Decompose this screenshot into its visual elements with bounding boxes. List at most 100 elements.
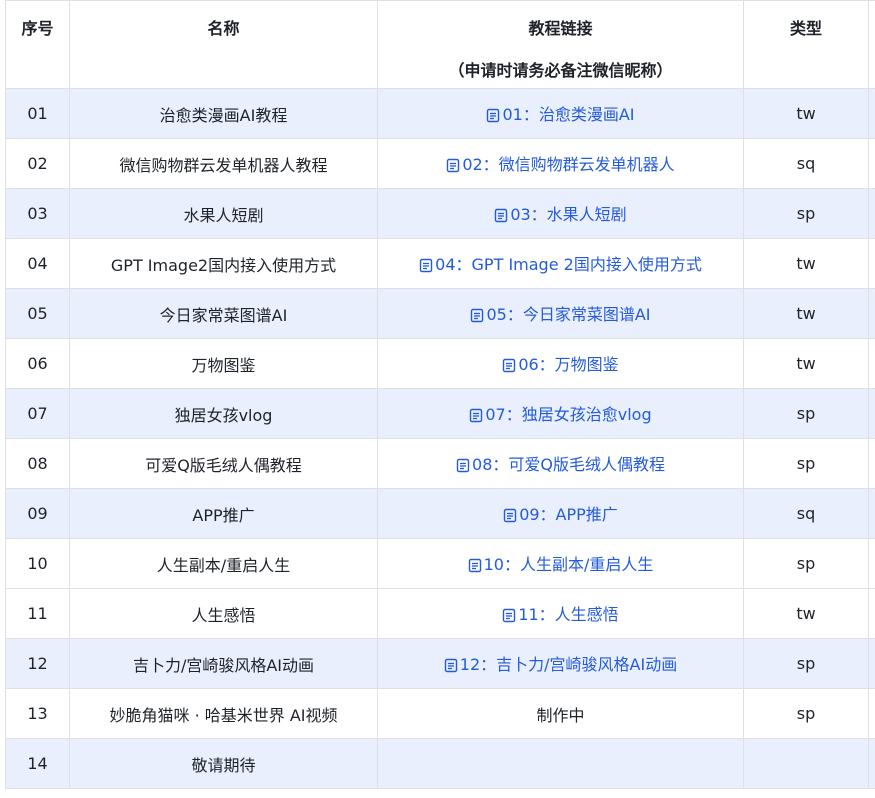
row-link-cell: 09：APP推广 — [377, 488, 744, 539]
table-row: 06 万物图鉴 06：万物图鉴 tw — [5, 338, 875, 389]
row-type: sp — [743, 638, 869, 689]
row-extra — [868, 538, 875, 589]
doc-icon — [419, 258, 433, 277]
row-link-cell: 07：独居女孩治愈vlog — [377, 388, 744, 439]
tutorial-link[interactable]: 04：GPT Image 2国内接入使用方式 — [419, 255, 702, 274]
table-row: 14 敬请期待 — [5, 738, 875, 789]
table-row: 05 今日家常菜图谱AI 05：今日家常菜图谱AI tw — [5, 288, 875, 339]
row-extra — [868, 288, 875, 339]
tutorial-link[interactable]: 09：APP推广 — [503, 505, 618, 524]
row-type: tw — [743, 238, 869, 289]
row-type: tw — [743, 338, 869, 389]
row-name: 吉卜力/宫崎骏风格AI动画 — [69, 638, 378, 689]
row-name: 独居女孩vlog — [69, 388, 378, 439]
row-type: sp — [743, 688, 869, 739]
table-row: 08 可爱Q版毛绒人偶教程 08：可爱Q版毛绒人偶教程 sp — [5, 438, 875, 489]
row-type: sp — [743, 538, 869, 589]
row-link-cell: 10：人生副本/重启人生 — [377, 538, 744, 589]
row-link-cell: 12：吉卜力/宫崎骏风格AI动画 — [377, 638, 744, 689]
table-row: 04 GPT Image2国内接入使用方式 04：GPT Image 2国内接入使用… — [5, 238, 875, 289]
doc-icon — [468, 558, 482, 577]
table-row: 07 独居女孩vlog 07：独居女孩治愈vlog sp — [5, 388, 875, 439]
row-link-cell: 11：人生感悟 — [377, 588, 744, 639]
table-row: 11 人生感悟 11：人生感悟 tw — [5, 588, 875, 639]
row-extra — [868, 138, 875, 189]
row-link-cell: 02：微信购物群云发单机器人 — [377, 138, 744, 189]
row-name: 万物图鉴 — [69, 338, 378, 389]
row-index: 09 — [5, 488, 70, 539]
row-extra — [868, 88, 875, 139]
doc-icon — [469, 408, 483, 427]
row-name: APP推广 — [69, 488, 378, 539]
row-index: 05 — [5, 288, 70, 339]
doc-icon — [470, 308, 484, 327]
row-index: 03 — [5, 188, 70, 239]
row-extra — [868, 388, 875, 439]
row-index: 02 — [5, 138, 70, 189]
doc-icon — [502, 358, 516, 377]
doc-icon — [503, 508, 517, 527]
tutorial-link[interactable]: 07：独居女孩治愈vlog — [469, 405, 652, 427]
row-type: sp — [743, 388, 869, 439]
row-index: 11 — [5, 588, 70, 639]
tutorial-link[interactable]: 12：吉卜力/宫崎骏风格AI动画 — [444, 655, 677, 674]
row-index: 14 — [5, 738, 70, 789]
row-name: 今日家常菜图谱AI — [69, 288, 378, 339]
tutorial-link-text: 06：万物图鉴 — [518, 354, 619, 374]
header-extra — [868, 0, 875, 89]
tutorial-link[interactable]: 11：人生感悟 — [502, 604, 619, 624]
row-link-cell: 制作中 — [377, 688, 744, 739]
row-index: 07 — [5, 388, 70, 439]
table-row: 13 妙脆角猫咪 · 哈基米世界 AI视频 制作中 sp — [5, 688, 875, 739]
row-extra — [868, 588, 875, 639]
row-type: sp — [743, 438, 869, 489]
header-link: 教程链接 （申请时请务必备注微信昵称） — [377, 0, 744, 89]
header-name: 名称 — [69, 0, 378, 89]
tutorial-link[interactable]: 03：水果人短剧 — [494, 204, 627, 227]
row-type: tw — [743, 288, 869, 339]
row-index: 06 — [5, 338, 70, 389]
row-name: 人生感悟 — [69, 588, 378, 639]
row-index: 12 — [5, 638, 70, 689]
row-extra — [868, 188, 875, 239]
row-name: 敬请期待 — [69, 738, 378, 789]
tutorial-link[interactable]: 08：可爱Q版毛绒人偶教程 — [456, 455, 665, 474]
row-index: 13 — [5, 688, 70, 739]
doc-icon — [494, 208, 508, 227]
tutorial-link-text: 10：人生副本/重启人生 — [483, 554, 654, 574]
tutorial-link[interactable]: 05：今日家常菜图谱AI — [470, 304, 651, 327]
row-name: 人生副本/重启人生 — [69, 538, 378, 589]
row-name: 妙脆角猫咪 · 哈基米世界 AI视频 — [69, 688, 378, 739]
header-type: 类型 — [743, 0, 869, 89]
row-index: 10 — [5, 538, 70, 589]
tutorial-link-text: 11：人生感悟 — [518, 604, 619, 624]
row-type — [743, 738, 869, 789]
row-link-cell: 06：万物图鉴 — [377, 338, 744, 389]
row-name: 可爱Q版毛绒人偶教程 — [69, 438, 378, 489]
header-link-subtitle: （申请时请务必备注微信昵称） — [448, 61, 673, 80]
tutorial-link-text: 05：今日家常菜图谱AI — [486, 304, 651, 324]
row-name: 水果人短剧 — [69, 188, 378, 239]
row-extra — [868, 488, 875, 539]
header-row: 序号 名称 教程链接 （申请时请务必备注微信昵称） 类型 — [5, 0, 875, 89]
tutorial-link-text: 02：微信购物群云发单机器人 — [462, 154, 675, 174]
row-type: tw — [743, 588, 869, 639]
row-name: 微信购物群云发单机器人教程 — [69, 138, 378, 189]
tutorial-link[interactable]: 10：人生副本/重启人生 — [468, 554, 654, 577]
row-link-cell: 04：GPT Image 2国内接入使用方式 — [377, 238, 744, 289]
row-type: sp — [743, 188, 869, 239]
tutorial-link-text: 08：可爱Q版毛绒人偶教程 — [472, 454, 665, 474]
tutorial-link-text: 12：吉卜力/宫崎骏风格AI动画 — [459, 654, 678, 674]
doc-icon — [446, 158, 460, 177]
doc-icon — [456, 458, 470, 477]
tutorial-link[interactable]: 06：万物图鉴 — [502, 354, 619, 377]
tutorial-link[interactable]: 02：微信购物群云发单机器人 — [446, 154, 675, 177]
row-link-cell: 08：可爱Q版毛绒人偶教程 — [377, 438, 744, 489]
row-type: sq — [743, 138, 869, 189]
row-index: 08 — [5, 438, 70, 489]
doc-icon — [444, 658, 458, 677]
tutorial-link-text: 03：水果人短剧 — [510, 204, 627, 224]
tutorial-table: 序号 名称 教程链接 （申请时请务必备注微信昵称） 类型 01 治愈类漫画AI教程… — [5, 0, 875, 789]
tutorial-link-text: 01：治愈类漫画AI — [502, 104, 635, 124]
tutorial-link[interactable]: 01：治愈类漫画AI — [486, 104, 635, 124]
